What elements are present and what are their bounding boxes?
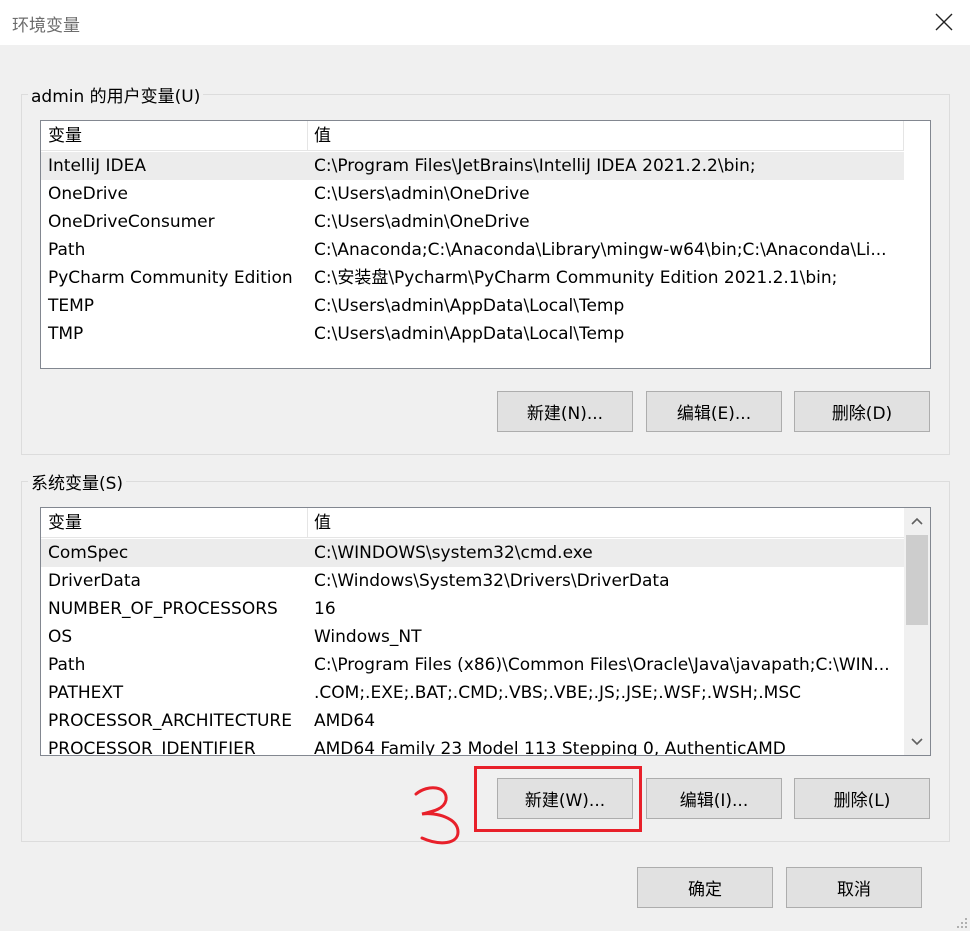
list-item[interactable]: Path C:\Anaconda;C:\Anaconda\Library\min… — [41, 236, 904, 264]
list-item[interactable]: PyCharm Community Edition C:\安装盘\Pycharm… — [41, 264, 904, 292]
system-vars-header: 变量 值 — [41, 508, 904, 538]
variable-name: OneDrive — [48, 184, 128, 204]
variable-value: AMD64 — [314, 711, 376, 731]
column-header-variable[interactable]: 变量 — [41, 508, 307, 538]
user-vars-label: admin 的用户变量(U) — [28, 82, 204, 107]
variable-value: C:\Program Files\JetBrains\IntelliJ IDEA… — [314, 156, 756, 176]
variable-name: Path — [48, 240, 86, 260]
system-vars-label: 系统变量(S) — [28, 469, 127, 494]
list-item[interactable]: NUMBER_OF_PROCESSORS 16 — [41, 595, 904, 623]
variable-value: C:\Windows\System32\Drivers\DriverData — [314, 571, 670, 591]
close-button[interactable] — [924, 3, 964, 41]
variable-value: .COM;.EXE;.BAT;.CMD;.VBS;.VBE;.JS;.JSE;.… — [314, 683, 802, 703]
chevron-down-icon — [911, 738, 923, 746]
list-item[interactable]: ComSpec C:\WINDOWS\system32\cmd.exe — [41, 539, 904, 567]
user-delete-button[interactable]: 删除(D) — [794, 391, 930, 432]
close-icon — [935, 13, 953, 31]
list-item[interactable]: PATHEXT .COM;.EXE;.BAT;.CMD;.VBS;.VBE;.J… — [41, 679, 904, 707]
variable-value: C:\安装盘\Pycharm\PyCharm Community Edition… — [314, 268, 838, 288]
variable-name: DriverData — [48, 571, 141, 591]
variable-name: NUMBER_OF_PROCESSORS — [48, 599, 278, 619]
variable-name: PyCharm Community Edition — [48, 268, 293, 288]
resize-grip[interactable] — [954, 915, 968, 929]
list-item[interactable]: IntelliJ IDEA C:\Program Files\JetBrains… — [41, 152, 904, 180]
column-header-value[interactable]: 值 — [307, 121, 904, 151]
variable-name: OS — [48, 627, 73, 647]
variable-name: IntelliJ IDEA — [48, 156, 146, 176]
variable-name: TMP — [48, 324, 84, 344]
chevron-up-icon — [911, 517, 923, 525]
ok-button[interactable]: 确定 — [637, 867, 773, 908]
vertical-scrollbar[interactable] — [904, 508, 930, 755]
title-bar: 环境变量 — [0, 0, 970, 45]
variable-value: C:\Users\admin\AppData\Local\Temp — [314, 296, 625, 316]
scroll-up-button[interactable] — [904, 508, 930, 534]
variable-name: OneDriveConsumer — [48, 212, 215, 232]
system-edit-button[interactable]: 编辑(I)... — [646, 778, 782, 819]
variable-name: Path — [48, 655, 86, 675]
system-vars-list[interactable]: 变量 值 ComSpec C:\WINDOWS\system32\cmd.exe… — [40, 507, 931, 756]
cancel-button[interactable]: 取消 — [786, 867, 922, 908]
annotation-step-mark — [414, 786, 460, 845]
variable-value: Windows_NT — [314, 627, 422, 647]
list-item[interactable]: OS Windows_NT — [41, 623, 904, 651]
column-header-value[interactable]: 值 — [307, 508, 904, 538]
variable-value: C:\Users\admin\OneDrive — [314, 212, 530, 232]
list-item[interactable]: Path C:\Program Files (x86)\Common Files… — [41, 651, 904, 679]
column-divider[interactable] — [903, 121, 904, 151]
user-new-button[interactable]: 新建(N)... — [497, 391, 633, 432]
list-item[interactable]: PROCESSOR_ARCHITECTURE AMD64 — [41, 707, 904, 735]
user-vars-header: 变量 值 — [41, 121, 904, 151]
variable-value: C:\Users\admin\OneDrive — [314, 184, 530, 204]
variable-name: ComSpec — [48, 543, 129, 563]
variable-value: C:\WINDOWS\system32\cmd.exe — [314, 543, 593, 563]
annotation-highlight-box — [474, 766, 642, 832]
scroll-down-button[interactable] — [904, 729, 930, 755]
variable-name: PROCESSOR_ARCHITECTURE — [48, 711, 292, 731]
variable-value: AMD64 Family 23 Model 113 Stepping 0, Au… — [314, 739, 786, 756]
system-delete-button[interactable]: 删除(L) — [794, 778, 930, 819]
variable-value: C:\Users\admin\AppData\Local\Temp — [314, 324, 625, 344]
list-item[interactable]: PROCESSOR_IDENTIFIER AMD64 Family 23 Mod… — [41, 735, 904, 756]
list-item[interactable]: DriverData C:\Windows\System32\Drivers\D… — [41, 567, 904, 595]
variable-name: PROCESSOR_IDENTIFIER — [48, 739, 256, 756]
variable-name: PATHEXT — [48, 683, 124, 703]
scrollbar-thumb[interactable] — [906, 535, 928, 625]
variable-name: TEMP — [48, 296, 95, 316]
user-vars-list[interactable]: 变量 值 IntelliJ IDEA C:\Program Files\JetB… — [40, 120, 931, 369]
list-item[interactable]: OneDrive C:\Users\admin\OneDrive — [41, 180, 904, 208]
variable-value: C:\Program Files (x86)\Common Files\Orac… — [314, 655, 890, 675]
variable-value: C:\Anaconda;C:\Anaconda\Library\mingw-w6… — [314, 240, 887, 260]
list-item[interactable]: TEMP C:\Users\admin\AppData\Local\Temp — [41, 292, 904, 320]
variable-value: 16 — [314, 599, 336, 619]
column-header-variable[interactable]: 变量 — [41, 121, 307, 151]
list-item[interactable]: OneDriveConsumer C:\Users\admin\OneDrive — [41, 208, 904, 236]
list-item[interactable]: TMP C:\Users\admin\AppData\Local\Temp — [41, 320, 904, 348]
window-title: 环境变量 — [12, 16, 80, 36]
user-edit-button[interactable]: 编辑(E)... — [646, 391, 782, 432]
